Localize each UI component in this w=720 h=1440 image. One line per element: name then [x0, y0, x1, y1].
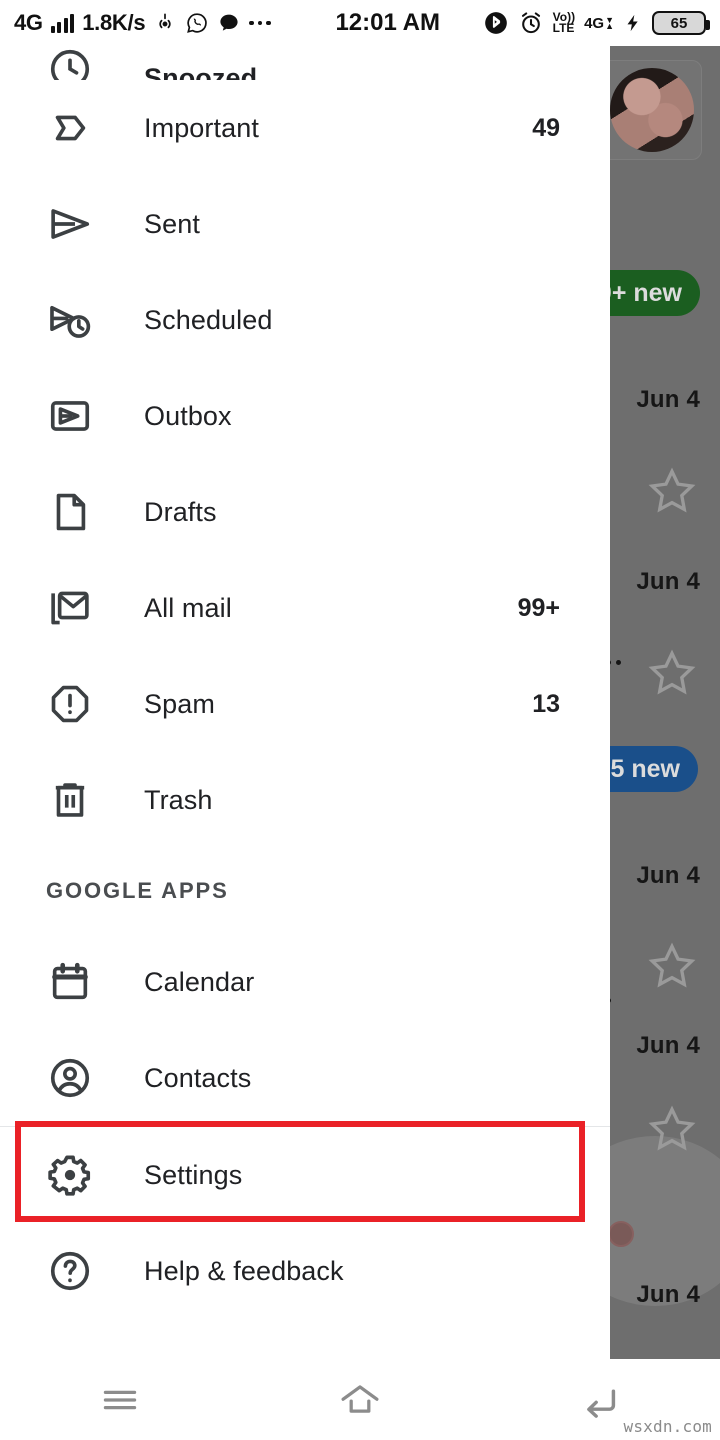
- drawer-item-label: Outbox: [144, 401, 232, 432]
- spam-warning-icon: [46, 680, 94, 728]
- status-bar: 4G 1.8K/s 12:01 AM: [0, 0, 720, 46]
- star-icon[interactable]: [646, 466, 698, 516]
- watermark: wsxdn.com: [624, 1417, 713, 1436]
- data-activity-arrows-icon: ▼▲: [605, 17, 614, 30]
- data-network-label: 4G: [584, 15, 604, 32]
- home-icon: [335, 1377, 385, 1423]
- clock: 12:01 AM: [335, 9, 439, 37]
- send-icon: [46, 200, 94, 248]
- mail-date: Jun 4: [636, 1032, 700, 1060]
- status-bar-left: 4G 1.8K/s: [14, 10, 271, 36]
- drawer-item-spam[interactable]: Spam 13: [0, 656, 610, 752]
- drawer-item-label: Contacts: [144, 1063, 251, 1094]
- drawer-item-scheduled[interactable]: Scheduled: [0, 272, 610, 368]
- home-button[interactable]: [240, 1359, 480, 1440]
- drawer-item-sent[interactable]: Sent: [0, 176, 610, 272]
- unread-badge-green-label: 0+ new: [598, 279, 682, 308]
- clock-icon: [46, 46, 94, 80]
- drawer-item-drafts[interactable]: Drafts: [0, 464, 610, 560]
- signal-strength-icon: [51, 13, 75, 33]
- drawer-item-contacts[interactable]: Contacts: [0, 1030, 610, 1126]
- navigation-drawer[interactable]: Snoozed Important 49 Sent Scheduled: [0, 46, 610, 1359]
- status-bar-right: Vo)) LTE 4G ▼▲ 65: [483, 10, 706, 36]
- help-question-icon: [46, 1247, 94, 1295]
- bluetooth-icon: [483, 10, 509, 36]
- scheduled-send-icon: [46, 296, 94, 344]
- hotspot-icon: [153, 11, 177, 35]
- status-bar-center: 12:01 AM: [271, 9, 483, 37]
- calendar-icon: [46, 958, 94, 1006]
- charging-bolt-icon: [623, 11, 643, 35]
- drawer-item-count: 99+: [518, 594, 560, 623]
- drawer-item-settings[interactable]: Settings: [0, 1127, 610, 1223]
- drafts-page-icon: [46, 488, 94, 536]
- trash-icon: [46, 776, 94, 824]
- system-navigation-bar: [0, 1359, 720, 1440]
- alarm-clock-icon: [518, 10, 544, 36]
- drawer-item-count: 49: [532, 114, 560, 143]
- drawer-item-all-mail[interactable]: All mail 99+: [0, 560, 610, 656]
- drawer-item-label: Settings: [144, 1160, 242, 1191]
- data-rate-label: 1.8K/s: [82, 10, 145, 36]
- mail-date: Jun 4: [636, 862, 700, 890]
- menu-recents-icon: [97, 1377, 143, 1423]
- drawer-item-important[interactable]: Important 49: [0, 80, 610, 176]
- drawer-item-outbox[interactable]: Outbox: [0, 368, 610, 464]
- gear-icon: [46, 1151, 94, 1199]
- star-icon[interactable]: [646, 648, 698, 698]
- drawer-item-trash[interactable]: Trash: [0, 752, 610, 848]
- drawer-item-label: Important: [144, 113, 259, 144]
- drawer-item-count: 13: [532, 690, 560, 719]
- chat-bubble-icon: [217, 11, 241, 35]
- more-dots-icon: [249, 21, 271, 26]
- avatar: [610, 68, 694, 152]
- drawer-item-calendar[interactable]: Calendar: [0, 934, 610, 1030]
- drawer-item-label: Snoozed: [144, 63, 257, 80]
- data-network-icon: 4G ▼▲: [584, 15, 614, 32]
- unread-badge-blue-label: 5 new: [611, 755, 680, 784]
- sender-avatar-small: [608, 1221, 634, 1247]
- drawer-item-label: Spam: [144, 689, 215, 720]
- drawer-item-label: All mail: [144, 593, 232, 624]
- recents-button[interactable]: [0, 1359, 240, 1440]
- mail-date: Jun 4: [636, 386, 700, 414]
- back-arrow-icon: [577, 1377, 623, 1423]
- drawer-item-label: Scheduled: [144, 305, 273, 336]
- drawer-item-snoozed[interactable]: Snoozed: [0, 46, 610, 80]
- battery-percent-label: 65: [671, 15, 688, 32]
- mail-date: Jun 4: [636, 1281, 700, 1309]
- drawer-item-help-feedback[interactable]: Help & feedback: [0, 1223, 610, 1319]
- section-header-google-apps: GOOGLE APPS: [0, 848, 610, 934]
- drawer-item-label: Help & feedback: [144, 1256, 344, 1287]
- drawer-item-label: Trash: [144, 785, 213, 816]
- star-icon[interactable]: [646, 1104, 698, 1154]
- drawer-item-label: Sent: [144, 209, 200, 240]
- outbox-icon: [46, 392, 94, 440]
- important-chevron-icon: [46, 104, 94, 152]
- mail-date: Jun 4: [636, 568, 700, 596]
- all-mail-icon: [46, 584, 94, 632]
- battery-indicator: 65: [652, 11, 706, 35]
- contacts-icon: [46, 1054, 94, 1102]
- volte-line-2: LTE: [553, 23, 575, 34]
- volte-icon: Vo)) LTE: [553, 12, 575, 35]
- whatsapp-icon: [185, 11, 209, 35]
- drawer-item-label: Calendar: [144, 967, 254, 998]
- network-type-label: 4G: [14, 10, 43, 36]
- drawer-item-label: Drafts: [144, 497, 217, 528]
- star-icon[interactable]: [646, 941, 698, 991]
